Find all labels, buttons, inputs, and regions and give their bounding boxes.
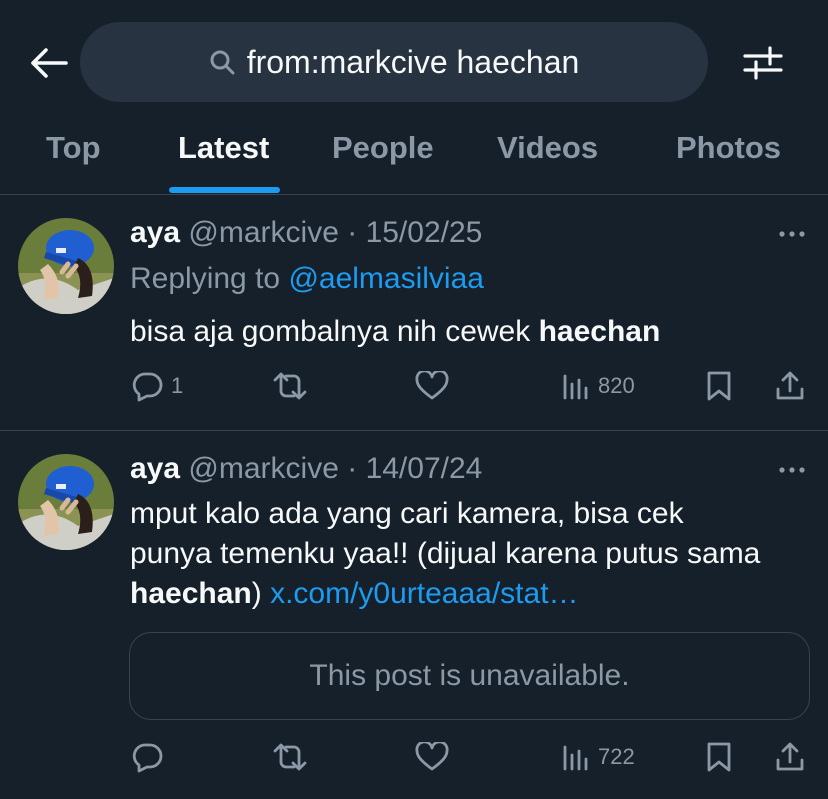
post-text-highlight: haechan: [130, 577, 252, 610]
post-text-part: ): [251, 577, 262, 610]
views-button[interactable]: 722: [562, 737, 635, 777]
more-options-button[interactable]: [776, 460, 808, 480]
post[interactable]: aya @markcive · 14/07/24 mput kalo ada y…: [0, 432, 828, 799]
avatar[interactable]: [18, 218, 114, 314]
post-link[interactable]: x.com/y0urteaaa/stat…: [270, 577, 578, 610]
view-count: 820: [598, 373, 635, 398]
more-horizontal-icon: [776, 460, 808, 480]
share-icon: [774, 741, 806, 773]
header-separator: ·: [347, 452, 358, 485]
search-query: from:markcive haechan: [246, 43, 580, 80]
heart-icon: [415, 742, 449, 772]
avatar[interactable]: [18, 454, 114, 550]
reply-button[interactable]: 1: [131, 366, 183, 406]
reply-bubble-icon: [131, 370, 163, 402]
active-tab-indicator: [169, 187, 280, 193]
post-header: aya @markcive · 15/02/25: [130, 216, 482, 250]
share-button[interactable]: [774, 366, 806, 406]
header-separator: ·: [347, 216, 358, 249]
bookmark-button[interactable]: [706, 737, 732, 777]
quoted-post-unavailable: This post is unavailable.: [129, 632, 810, 720]
like-button[interactable]: [415, 737, 449, 777]
bookmark-button[interactable]: [706, 366, 732, 406]
more-options-button[interactable]: [776, 224, 808, 244]
search-filter-button[interactable]: [740, 42, 786, 84]
reply-count: 1: [171, 373, 184, 398]
back-button[interactable]: [28, 42, 70, 84]
post-text: bisa aja gombalnya nih cewek haechan: [130, 312, 820, 352]
post-text: mput kalo ada yang cari kamera, bisa cek…: [130, 494, 820, 614]
retweet-icon: [272, 371, 308, 401]
heart-icon: [415, 371, 449, 401]
replying-to-mention[interactable]: @aelmasilviaa: [288, 262, 484, 295]
like-button[interactable]: [415, 366, 449, 406]
tab-latest[interactable]: Latest: [178, 130, 269, 166]
views-bars-icon: [562, 372, 590, 400]
post[interactable]: aya @markcive · 15/02/25 Replying to @ae…: [0, 196, 828, 431]
view-count: 722: [598, 744, 635, 769]
retweet-button[interactable]: [272, 737, 308, 777]
post-actions: 1 820: [0, 366, 828, 406]
replying-to-line: Replying to @aelmasilviaa: [130, 262, 484, 296]
arrow-left-icon: [30, 47, 68, 79]
post-date[interactable]: 14/07/24: [366, 452, 483, 485]
retweet-button[interactable]: [272, 366, 308, 406]
author-handle[interactable]: @markcive: [188, 452, 338, 485]
post-date[interactable]: 15/02/25: [366, 216, 483, 249]
more-horizontal-icon: [776, 224, 808, 244]
filter-sliders-icon: [743, 45, 783, 81]
replying-to-label: Replying to: [130, 262, 281, 295]
tab-photos[interactable]: Photos: [676, 130, 781, 166]
search-tabs: Top Latest People Videos Photos: [0, 120, 828, 195]
reply-button[interactable]: [131, 737, 163, 777]
views-button[interactable]: 820: [562, 366, 635, 406]
tab-videos[interactable]: Videos: [497, 130, 598, 166]
post-header: aya @markcive · 14/07/24: [130, 452, 482, 486]
author-name[interactable]: aya: [130, 216, 180, 249]
tab-top[interactable]: Top: [46, 130, 101, 166]
search-input[interactable]: from:markcive haechan: [80, 22, 708, 102]
author-name[interactable]: aya: [130, 452, 180, 485]
post-text-line: mput kalo ada yang cari kamera, bisa cek: [130, 497, 684, 530]
retweet-icon: [272, 742, 308, 772]
post-actions: 722: [0, 737, 828, 777]
author-handle[interactable]: @markcive: [188, 216, 338, 249]
share-icon: [774, 370, 806, 402]
post-text-line: haechan) x.com/y0urteaaa/stat…: [130, 574, 820, 614]
bookmark-icon: [706, 741, 732, 773]
reply-bubble-icon: [131, 741, 163, 773]
share-button[interactable]: [774, 737, 806, 777]
search-icon: [209, 49, 235, 75]
unavailable-notice: This post is unavailable.: [309, 659, 630, 692]
post-text-highlight: haechan: [538, 315, 661, 348]
tab-people[interactable]: People: [332, 130, 434, 166]
post-text-part: bisa aja gombalnya nih cewek: [130, 315, 531, 348]
views-bars-icon: [562, 743, 590, 771]
bookmark-icon: [706, 370, 732, 402]
post-text-line: punya temenku yaa!! (dijual karena putus…: [130, 537, 761, 570]
